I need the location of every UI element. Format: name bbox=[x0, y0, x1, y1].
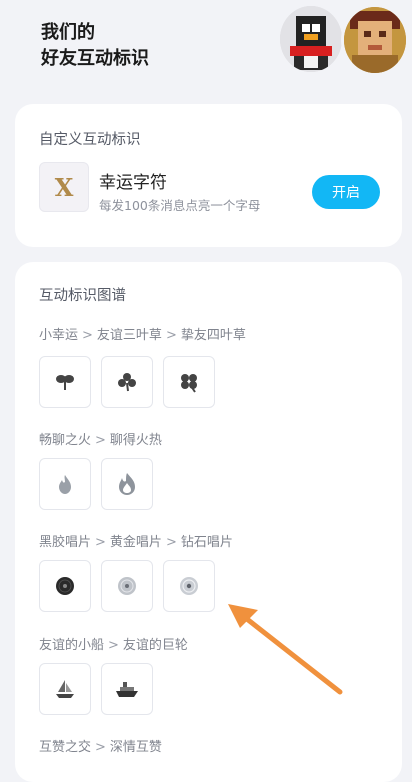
badge-little-luck[interactable] bbox=[39, 356, 91, 408]
penguin-avatar-image bbox=[280, 6, 342, 72]
page-title-line1: 我们的 bbox=[41, 22, 95, 43]
icon-row-fire bbox=[39, 458, 153, 510]
chain-separator: > bbox=[95, 433, 106, 448]
four-leaf-clover-icon bbox=[181, 374, 197, 393]
chain-item: 钻石唱片 bbox=[180, 535, 233, 550]
badge-four-leaf[interactable] bbox=[163, 356, 215, 408]
chain-item: 互赞之交 bbox=[39, 740, 92, 755]
icon-row-clover bbox=[39, 356, 215, 408]
user-avatar-image bbox=[344, 7, 406, 73]
badge-atlas-card: 互动标识图谱 小幸运 > 友谊三叶草 > 挚友四叶草 畅聊之火 > 聊得火热 黑… bbox=[15, 262, 402, 782]
chain-fire: 畅聊之火 > 聊得火热 bbox=[39, 429, 162, 448]
chain-separator: > bbox=[95, 535, 106, 550]
chain-item: 友谊的巨轮 bbox=[122, 638, 188, 653]
badge-chat-fire[interactable] bbox=[39, 458, 91, 510]
chain-item: 挚友四叶草 bbox=[180, 328, 246, 343]
badge-hot-chat[interactable] bbox=[101, 458, 153, 510]
chain-separator: > bbox=[82, 328, 93, 343]
badge-gold-record[interactable] bbox=[101, 560, 153, 612]
chain-item: 小幸运 bbox=[39, 328, 79, 343]
custom-badge-name: 幸运字符 bbox=[99, 173, 167, 193]
chain-item: 黄金唱片 bbox=[109, 535, 162, 550]
chain-item: 黑胶唱片 bbox=[39, 535, 92, 550]
badge-vinyl[interactable] bbox=[39, 560, 91, 612]
avatar-self[interactable] bbox=[341, 4, 409, 76]
chain-item: 深情互赞 bbox=[109, 740, 162, 755]
page-title: 我们的 好友互动标识 bbox=[41, 20, 149, 72]
chain-item: 聊得火热 bbox=[109, 433, 162, 448]
custom-badge-desc: 每发100条消息点亮一个字母 bbox=[99, 198, 261, 213]
atlas-section-title: 互动标识图谱 bbox=[39, 288, 126, 304]
chain-item: 畅聊之火 bbox=[39, 433, 92, 448]
chain-item: 友谊的小船 bbox=[39, 638, 105, 653]
two-leaf-clover-icon bbox=[56, 375, 74, 390]
ship-icon bbox=[116, 682, 138, 697]
three-leaf-clover-icon bbox=[118, 373, 136, 392]
diamond-record-icon bbox=[180, 577, 198, 595]
chain-item: 友谊三叶草 bbox=[96, 328, 162, 343]
custom-section-title: 自定义互动标识 bbox=[39, 132, 141, 148]
badge-diamond-record[interactable] bbox=[163, 560, 215, 612]
lucky-letter-x-icon: X bbox=[39, 162, 89, 212]
chain-boat: 友谊的小船 > 友谊的巨轮 bbox=[39, 634, 188, 653]
vinyl-record-icon bbox=[56, 577, 74, 595]
chain-separator: > bbox=[108, 638, 119, 653]
page-header: 我们的 好友互动标识 bbox=[0, 0, 412, 100]
chain-clover: 小幸运 > 友谊三叶草 > 挚友四叶草 bbox=[39, 324, 246, 343]
chain-record: 黑胶唱片 > 黄金唱片 > 钻石唱片 bbox=[39, 531, 233, 550]
chain-separator: > bbox=[165, 328, 177, 343]
badge-big-ship[interactable] bbox=[101, 663, 153, 715]
open-button[interactable]: 开启 bbox=[312, 175, 380, 209]
badge-three-leaf[interactable] bbox=[101, 356, 153, 408]
small-flame-icon bbox=[59, 475, 71, 494]
chain-separator: > bbox=[95, 740, 106, 755]
gold-record-icon bbox=[118, 577, 136, 595]
custom-badge-card: 自定义互动标识 X 幸运字符 每发100条消息点亮一个字母 开启 bbox=[15, 104, 402, 247]
avatar-friend[interactable] bbox=[280, 6, 342, 72]
icon-row-record bbox=[39, 560, 215, 612]
page-title-line2: 好友互动标识 bbox=[41, 48, 149, 69]
chain-separator: > bbox=[165, 535, 177, 550]
chain-like: 互赞之交 > 深情互赞 bbox=[39, 736, 162, 755]
sailboat-icon bbox=[56, 680, 74, 698]
icon-row-boat bbox=[39, 663, 153, 715]
badge-small-boat[interactable] bbox=[39, 663, 91, 715]
big-flame-icon bbox=[119, 473, 135, 495]
